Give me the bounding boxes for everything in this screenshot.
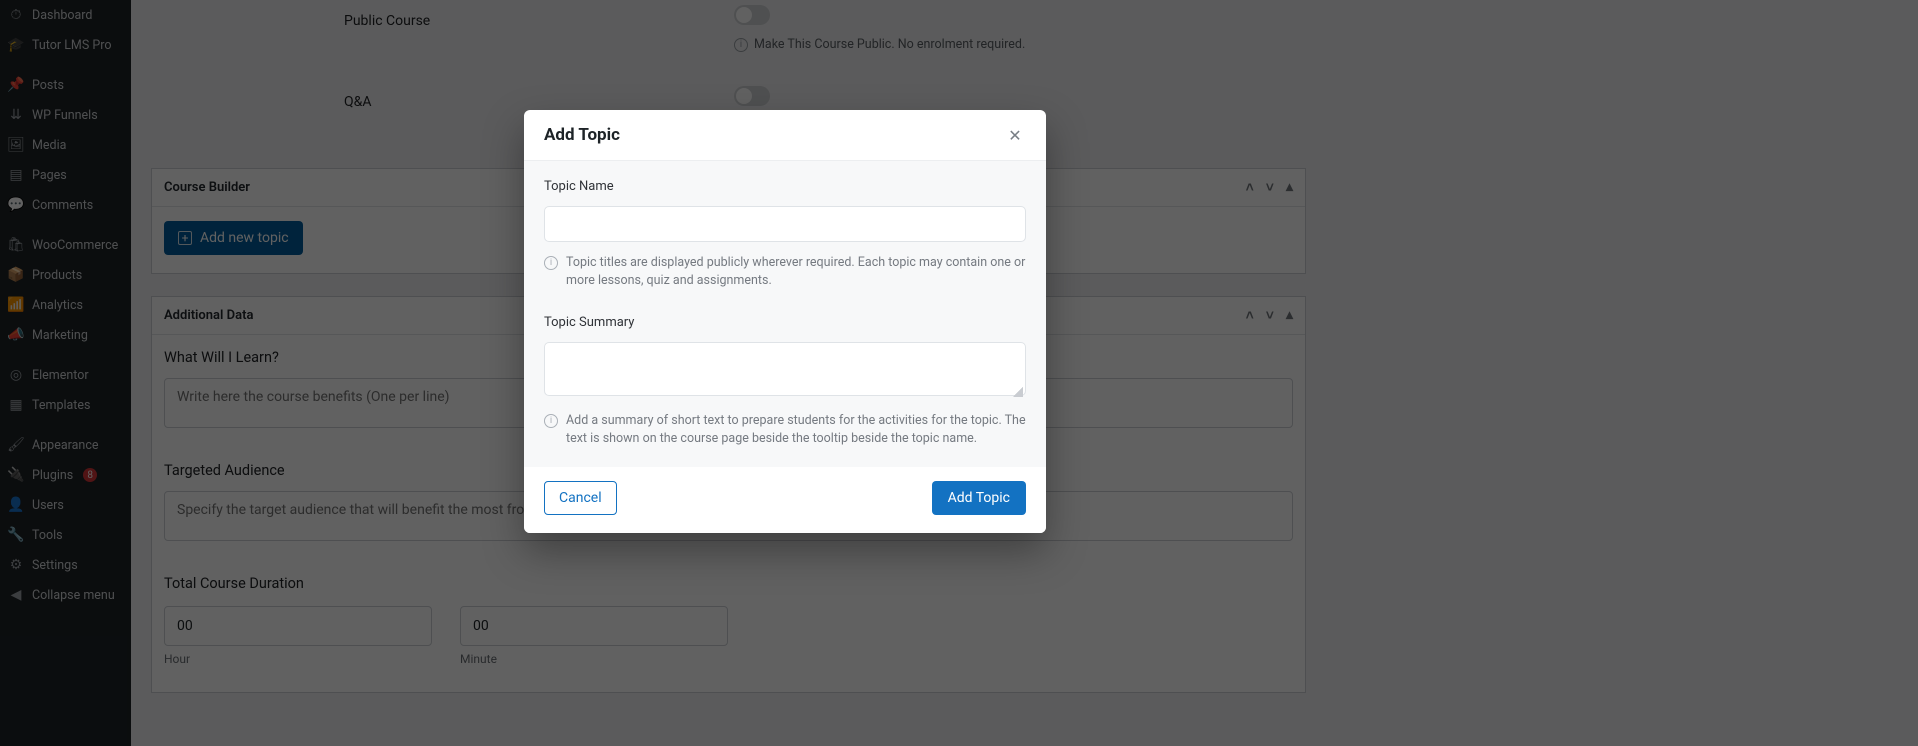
modal-title: Add Topic xyxy=(544,125,620,145)
topic-name-hint: Topic titles are displayed publicly wher… xyxy=(566,254,1026,289)
close-icon[interactable]: ✕ xyxy=(1004,124,1026,146)
topic-name-input[interactable] xyxy=(544,206,1026,242)
topic-summary-textarea[interactable] xyxy=(544,342,1026,396)
info-icon: i xyxy=(544,414,558,428)
add-topic-button[interactable]: Add Topic xyxy=(932,481,1026,515)
topic-summary-hint: Add a summary of short text to prepare s… xyxy=(566,412,1026,447)
add-topic-modal: Add Topic ✕ Topic Name i Topic titles ar… xyxy=(524,110,1046,533)
cancel-button[interactable]: Cancel xyxy=(544,481,617,515)
topic-name-label: Topic Name xyxy=(544,179,1026,194)
info-icon: i xyxy=(544,256,558,270)
topic-summary-label: Topic Summary xyxy=(544,315,1026,330)
